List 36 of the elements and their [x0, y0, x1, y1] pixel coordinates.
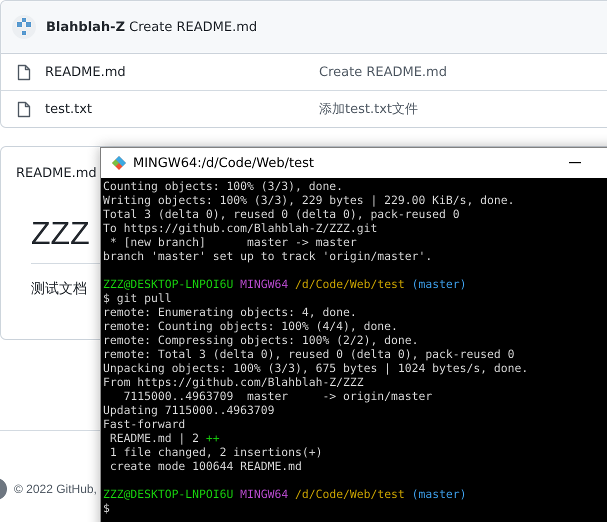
- terminal-line: Counting objects: 100% (3/3), done.: [103, 179, 344, 193]
- terminal-line: * [new branch] master -> master: [108, 235, 358, 249]
- terminal-line: remote: Enumerating objects: 4, done.: [103, 305, 358, 319]
- terminal-line: remote: Counting objects: 100% (4/4), done.: [103, 319, 399, 333]
- terminal-line: $ git pull: [103, 291, 173, 305]
- terminal-line: README.md | 2 ++: [108, 431, 221, 445]
- terminal-line: 1 file changed, 2 insertions(+): [108, 445, 324, 459]
- commit-message: Blahblah-Z Create README.md: [46, 20, 258, 34]
- file-name[interactable]: test.txt: [31, 102, 319, 116]
- readme-title: README.md: [16, 166, 97, 180]
- terminal-line: Writing objects: 100% (3/3), 229 bytes | 229.00 KiB/s, done.: [103, 193, 516, 207]
- terminal-line: Total 3 (delta 0), reused 0 (delta 0), pack-reused 0: [103, 207, 461, 221]
- terminal-line: Fast-forward: [103, 417, 186, 431]
- commit-message[interactable]: Create README.md: [319, 64, 447, 80]
- terminal-line: To https://github.com/Blahblah-Z/ZZZ.git: [103, 221, 378, 235]
- terminal-line: 7115000..4963709 master -> origin/master: [122, 389, 434, 403]
- terminal-line: Updating 7115000..4963709: [103, 403, 276, 417]
- terminal-line: create mode 100644 README.md: [108, 459, 303, 473]
- terminal-line: remote: Total 3 (delta 0), reused 0 (delta 0), pack-reused 0: [103, 347, 516, 361]
- terminal-line: ZZZ@DESKTOP-LNPOI6U MINGW64 /d/Code/Web/test (master): [103, 487, 468, 501]
- copyright-text: © 2022 GitHub,: [14, 482, 97, 496]
- terminal-line: $: [103, 501, 111, 515]
- minimize-icon[interactable]: [569, 162, 581, 164]
- readme-text: 测试文档: [31, 280, 87, 298]
- terminal-line: branch 'master' set up to track 'origin/master'.: [103, 249, 434, 263]
- window-title: MINGW64:/d/Code/Web/test: [133, 156, 315, 170]
- file-icon: [17, 100, 31, 118]
- terminal-line: ZZZ@DESKTOP-LNPOI6U MINGW64 /d/Code/Web/test (master): [103, 277, 468, 291]
- terminal-line: Unpacking objects: 100% (3/3), 675 bytes | 1024 bytes/s, done.: [103, 361, 530, 375]
- file-icon: [17, 64, 31, 80]
- terminal-line: From https://github.com/Blahblah-Z/ZZZ: [103, 375, 365, 389]
- terminal-line: remote: Compressing objects: 100% (2/2), done.: [103, 333, 420, 347]
- commit-message[interactable]: 添加test.txt文件: [319, 100, 418, 118]
- avatar-icon: [12, 15, 36, 39]
- diamond-logo-icon: [111, 155, 127, 171]
- file-name[interactable]: README.md: [31, 64, 319, 80]
